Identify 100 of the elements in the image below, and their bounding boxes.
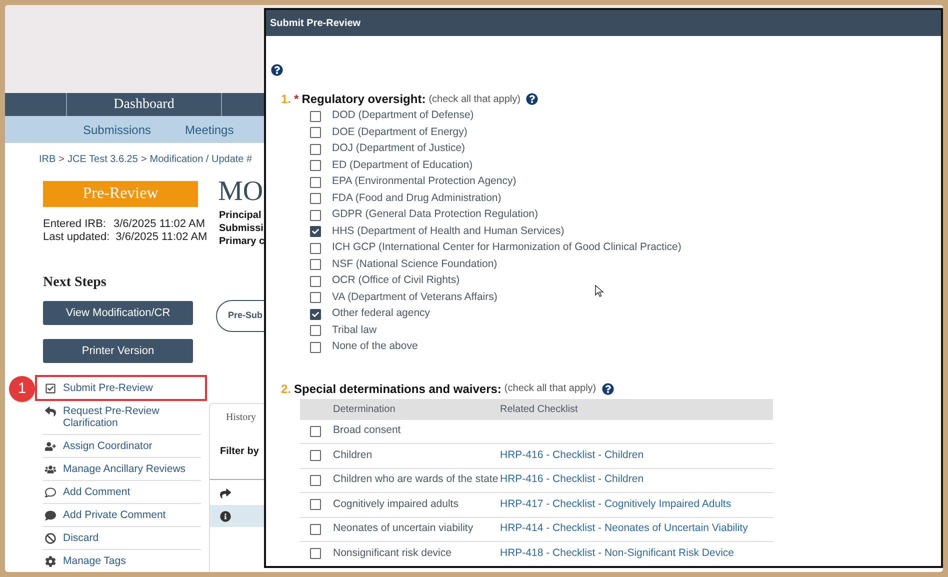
action-button[interactable]: Printer Version — [43, 339, 193, 363]
checkbox[interactable] — [310, 259, 321, 270]
checkbox[interactable] — [310, 276, 321, 287]
field-label: Principal — [219, 209, 262, 222]
user-plus-icon — [45, 441, 56, 452]
checkbox[interactable] — [310, 308, 321, 320]
checkbox[interactable] — [310, 127, 321, 138]
next-step-link[interactable]: Add Private Comment — [43, 504, 201, 526]
checklist-link[interactable]: HRP-416 - Checklist - Children — [500, 448, 644, 464]
link-label: Assign Coordinator — [63, 440, 152, 452]
help-icon[interactable] — [271, 64, 283, 76]
checklist-link[interactable]: HRP-418 - Checklist - Non-Significant Risk Device — [500, 546, 734, 562]
option-label: Tribal law — [332, 322, 377, 338]
next-step-link[interactable]: Assign Coordinator — [43, 435, 201, 457]
mouse-pointer-icon — [595, 285, 604, 297]
gear-icon — [45, 556, 56, 567]
checkbox[interactable] — [310, 144, 321, 155]
breadcrumb-link[interactable]: Modification / Update # — [150, 152, 252, 167]
checkbox[interactable] — [310, 474, 321, 486]
table-cell-text: Nonsignificant risk device — [333, 546, 452, 561]
link-label: Manage Ancillary Reviews — [63, 463, 186, 475]
question-label: Regulatory oversight: — [302, 91, 426, 108]
next-step-link[interactable]: Manage Tags — [43, 550, 201, 572]
option-label: DOJ (Department of Justice) — [332, 141, 466, 156]
users-icon — [45, 464, 56, 475]
checkbox[interactable] — [310, 210, 321, 221]
link-label: Submit Pre-Review — [63, 382, 153, 394]
next-step-link[interactable]: Add Comment — [43, 481, 201, 503]
option-label: DOD (Department of Defense) — [332, 108, 474, 124]
question-hint: (check all that apply) — [428, 92, 520, 106]
checkbox[interactable] — [310, 426, 321, 437]
breadcrumb-link[interactable]: JCE Test 3.6.25 — [68, 152, 138, 167]
breadcrumb-separator: > — [58, 153, 65, 167]
option-label: ICH GCP (International Center for Harmonization of Good Clinical Practice) — [332, 240, 682, 256]
field-label: Submissi — [219, 222, 264, 235]
link-label: Request Pre-Review Clarification — [63, 405, 160, 429]
nav-link[interactable]: Meetings — [185, 120, 234, 138]
checkbox[interactable] — [310, 176, 321, 188]
link-label: Discard — [63, 532, 99, 544]
help-icon[interactable] — [526, 93, 538, 105]
help-icon[interactable] — [602, 382, 614, 394]
option-label: FDA (Food and Drug Administration) — [332, 190, 502, 206]
checklist-link[interactable]: HRP-416 - Checklist - Children — [500, 472, 644, 488]
date-label: Entered IRB: — [43, 218, 107, 231]
checkbox[interactable] — [310, 524, 321, 535]
table-cell-text: Neonates of uncertain viability — [333, 521, 474, 536]
option-label: Other federal agency — [332, 306, 430, 322]
date-label: Last updated: — [43, 231, 110, 244]
speech-bubble-icon — [45, 510, 56, 521]
checklist-link[interactable]: HRP-417 - Checklist - Cognitively Impaired Adults — [500, 496, 732, 513]
next-step-link[interactable]: Request Pre-Review Clarification — [43, 400, 201, 434]
column-header: Related Checklist — [500, 402, 578, 416]
info-icon — [220, 510, 231, 522]
checkbox[interactable] — [310, 193, 321, 204]
forward-arrow-icon — [220, 488, 231, 499]
question-number: 1. — [281, 91, 292, 108]
next-step-link[interactable]: Submit Pre-Review — [37, 377, 205, 399]
option-label: NSF (National Science Foundation) — [332, 256, 498, 272]
prohibited-icon — [45, 533, 56, 544]
checkbox[interactable] — [310, 450, 321, 462]
option-label: DOE (Department of Energy) — [332, 124, 468, 140]
checkbox[interactable] — [310, 242, 321, 254]
reply-arrow-icon — [45, 406, 56, 417]
checkbox[interactable] — [310, 292, 321, 304]
field-label: Primary c — [219, 235, 266, 248]
option-label: GDPR (General Data Protection Regulation) — [332, 207, 538, 222]
link-label: Manage Tags — [63, 555, 126, 567]
step-number-badge: 1 — [9, 376, 35, 402]
table-cell-text: Broad consent — [333, 423, 402, 438]
checkbox[interactable] — [310, 499, 321, 510]
next-step-link[interactable]: Manage Ancillary Reviews — [43, 458, 201, 480]
checkbox[interactable] — [310, 548, 321, 560]
table-cell-text: Children — [333, 448, 374, 463]
checkbox[interactable] — [310, 160, 321, 172]
table-cell-text: Children who are wards of the state — [333, 472, 500, 488]
checkbox[interactable] — [310, 110, 321, 122]
date-value: 3/6/2025 11:02 AM — [116, 231, 208, 244]
state-banner: Pre-Review — [43, 181, 198, 207]
table-cell-text: Cognitively impaired adults — [333, 496, 460, 512]
question-label: Special determinations and waivers: — [294, 380, 502, 398]
filter-label: Filter by — [219, 445, 260, 459]
column-header: Determination — [333, 402, 396, 416]
date-value: 3/6/2025 11:02 AM — [113, 218, 205, 231]
checklist-link[interactable]: HRP-414 - Checklist - Neonates of Uncertain Viability — [500, 521, 748, 538]
checkbox[interactable] — [310, 226, 321, 238]
option-label: HHS (Department of Health and Human Services) — [332, 224, 564, 239]
nav-link[interactable]: Submissions — [83, 120, 152, 138]
question-hint: (check all that apply) — [504, 382, 596, 396]
question-number: 2. — [281, 380, 292, 398]
option-label: EPA (Environmental Protection Agency) — [332, 174, 516, 190]
required-asterisk: * — [294, 91, 299, 108]
checkbox[interactable] — [310, 325, 321, 336]
option-label: ED (Department of Education) — [332, 158, 473, 173]
breadcrumb-link[interactable]: IRB — [39, 152, 56, 167]
speech-bubble-icon — [45, 487, 56, 498]
next-step-link[interactable]: Discard — [43, 527, 201, 549]
checkbox[interactable] — [310, 342, 321, 353]
option-label: OCR (Office of Civil Rights) — [332, 273, 460, 288]
option-label: VA (Department of Veterans Affairs) — [332, 290, 498, 305]
action-button[interactable]: View Modification/CR — [43, 301, 193, 325]
